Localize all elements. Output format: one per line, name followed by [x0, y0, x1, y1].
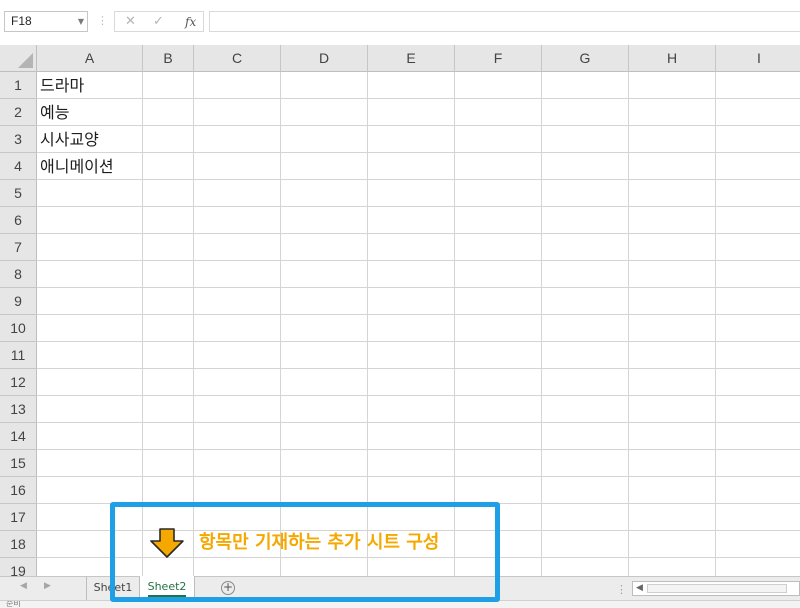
formula-input[interactable]: [209, 11, 800, 32]
cell-a4[interactable]: 애니메이션: [38, 154, 114, 180]
worksheet-grid[interactable]: ABCDEFGHI 1 2 3 4 5 6 7 8 9 10 11 12 13 14 15 16 17 18 19 …: [0, 45, 800, 576]
select-all-icon: [18, 53, 33, 68]
cell-a3[interactable]: 시사교양: [38, 127, 99, 153]
row-header-16[interactable]: 16: [0, 477, 37, 504]
row-gridline: [37, 476, 800, 477]
row-header-10[interactable]: 10: [0, 315, 37, 342]
row-header-2[interactable]: 2: [0, 99, 37, 126]
cancel-icon[interactable]: ✕: [125, 14, 136, 29]
column-header-h[interactable]: H: [629, 45, 716, 72]
row-header-19[interactable]: 19: [0, 558, 37, 576]
row-header-14[interactable]: 14: [0, 423, 37, 450]
row-header-1[interactable]: 1: [0, 72, 37, 99]
row-header-11[interactable]: 11: [0, 342, 37, 369]
column-gridline: [193, 72, 194, 576]
column-header-i[interactable]: I: [716, 45, 800, 72]
insert-function-icon[interactable]: fx: [185, 15, 196, 29]
column-header-f[interactable]: F: [455, 45, 542, 72]
row-header-5[interactable]: 5: [0, 180, 37, 207]
scrollbar-thumb[interactable]: [647, 584, 787, 593]
formula-buttons: ✕ ✓ fx: [114, 11, 204, 32]
row-gridline: [37, 395, 800, 396]
row-gridline: [37, 98, 800, 99]
horizontal-scrollbar[interactable]: ◀: [632, 581, 800, 596]
row-header-3[interactable]: 3: [0, 126, 37, 153]
row-header-9[interactable]: 9: [0, 288, 37, 315]
row-gridline: [37, 125, 800, 126]
row-gridline: [37, 314, 800, 315]
column-header-b[interactable]: B: [143, 45, 194, 72]
column-gridline: [142, 72, 143, 576]
row-header-18[interactable]: 18: [0, 531, 37, 558]
callout-text: 항목만 기재하는 추가 시트 구성: [199, 532, 440, 553]
column-header-e[interactable]: E: [368, 45, 455, 72]
row-gridline: [37, 449, 800, 450]
row-header-4[interactable]: 4: [0, 153, 37, 180]
select-all-button[interactable]: [0, 45, 37, 72]
formula-bar: F18 ▼ ⋮ ✕ ✓ fx: [0, 0, 800, 46]
cell-a2[interactable]: 예능: [38, 100, 69, 126]
row-gridline: [37, 287, 800, 288]
row-gridline: [37, 341, 800, 342]
column-gridline: [367, 72, 368, 576]
row-header-12[interactable]: 12: [0, 369, 37, 396]
row-header-6[interactable]: 6: [0, 207, 37, 234]
column-gridline: [541, 72, 542, 576]
name-box-value: F18: [11, 14, 32, 28]
row-gridline: [37, 206, 800, 207]
row-gridline: [37, 422, 800, 423]
row-gridline: [37, 179, 800, 180]
drag-handle-icon[interactable]: ⋮: [616, 583, 627, 596]
tab-scroll-right-icon[interactable]: ▶: [44, 581, 51, 591]
column-header-a[interactable]: A: [37, 45, 143, 72]
row-header-8[interactable]: 8: [0, 261, 37, 288]
column-header-c[interactable]: C: [194, 45, 281, 72]
column-gridline: [454, 72, 455, 576]
name-box[interactable]: F18 ▼: [4, 11, 88, 32]
row-gridline: [37, 152, 800, 153]
down-arrow-icon: [150, 528, 184, 558]
column-header-d[interactable]: D: [281, 45, 368, 72]
row-header-15[interactable]: 15: [0, 450, 37, 477]
row-header-7[interactable]: 7: [0, 234, 37, 261]
column-header-g[interactable]: G: [542, 45, 629, 72]
tab-scroll-left-icon[interactable]: ◀: [20, 581, 27, 591]
row-gridline: [37, 260, 800, 261]
column-gridline: [280, 72, 281, 576]
chevron-down-icon[interactable]: ▼: [78, 17, 84, 26]
row-gridline: [37, 233, 800, 234]
row-gridline: [37, 368, 800, 369]
enter-icon[interactable]: ✓: [153, 14, 164, 29]
status-text: 준비: [6, 600, 21, 608]
drag-handle-icon[interactable]: ⋮: [97, 14, 108, 27]
cell-a1[interactable]: 드라마: [38, 73, 84, 99]
scroll-left-icon[interactable]: ◀: [636, 583, 643, 593]
row-header-13[interactable]: 13: [0, 396, 37, 423]
row-header-17[interactable]: 17: [0, 504, 37, 531]
column-gridline: [715, 72, 716, 576]
column-gridline: [628, 72, 629, 576]
